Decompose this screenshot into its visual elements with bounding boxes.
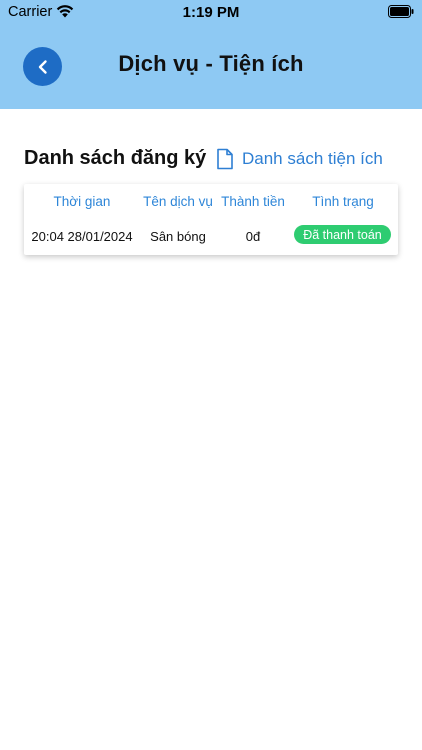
column-header-amount: Thành tiền [221,194,285,209]
clock: 1:19 PM [182,4,240,21]
status-badge: Đã thanh toán [294,225,391,244]
column-header-status: Tình trạng [312,194,374,209]
registration-list-title: Danh sách đăng ký [24,147,207,169]
utility-link-label: Danh sách tiện ích [242,149,383,168]
status-bar: Carrier 1:19 PM [0,0,422,26]
page-title: Dịch vụ - Tiện ích [118,51,304,76]
column-header-time: Thời gian [53,194,111,209]
header-bar: Carrier 1:19 PM Dịch vụ - Tiện ích [0,0,422,109]
document-icon [217,148,233,170]
registration-table: Thời gian Tên dịch vụ Thành tiền Tình tr… [24,184,398,255]
cell-amount: 0đ [245,229,261,244]
cell-time: 20:04 28/01/2024 [31,229,133,244]
utility-list-link[interactable]: Danh sách tiện ích [215,147,383,171]
battery-icon [388,5,414,18]
cell-service: Sân bóng [150,229,206,244]
column-header-service: Tên dịch vụ [143,194,213,209]
